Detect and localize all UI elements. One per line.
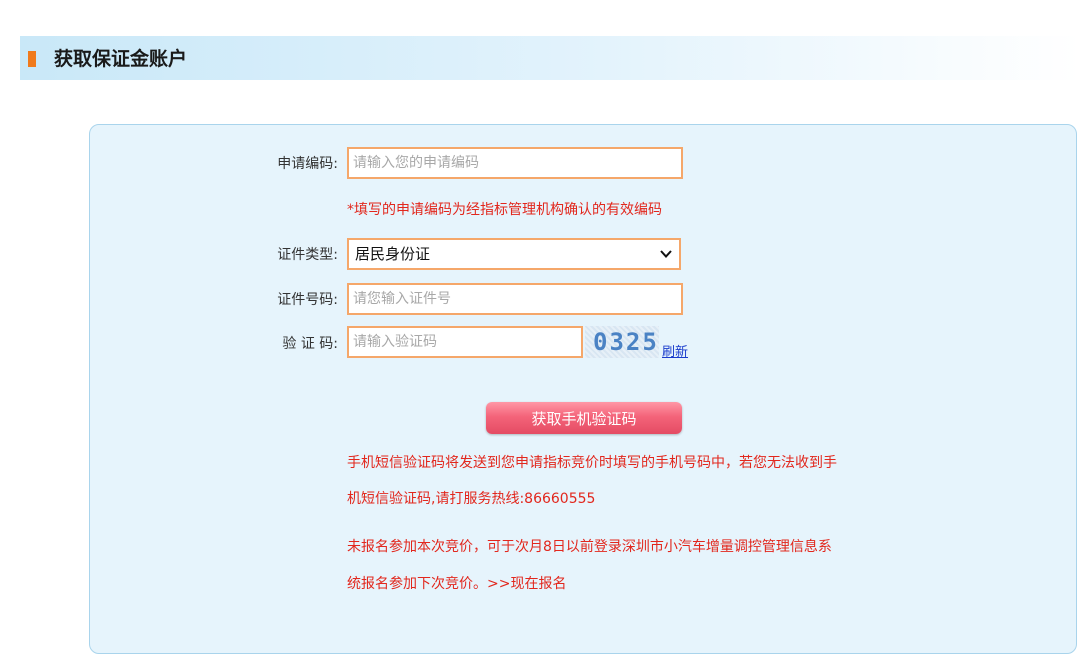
register-notice-line-1: 未报名参加本次竞价，可于次月8日以前登录深圳市小汽车增量调控管理信息系 [347,539,832,555]
sms-notice-line-1: 手机短信验证码将发送到您申请指标竞价时填写的手机号码中，若您无法收到手 [347,455,837,471]
sms-notice-line-2: 机短信验证码,请打服务热线:86660555 [347,491,596,507]
captcha-input[interactable] [347,326,583,358]
application-code-hint: *填写的申请编码为经指标管理机构确认的有效编码 [347,202,662,218]
application-code-input[interactable] [347,147,683,179]
page-title: 获取保证金账户 [54,48,188,70]
id-number-label: 证件号码: [277,292,338,308]
captcha-refresh-link[interactable]: 刷新 [662,341,688,360]
id-type-label: 证件类型: [277,247,338,263]
register-notice-line-2: 统报名参加下次竞价。>>现在报名 [347,576,567,592]
captcha-image: 0325 [585,326,659,358]
id-type-select[interactable]: 居民身份证 [347,238,681,270]
captcha-image-text: 0325 [593,328,659,356]
id-type-selected-value: 居民身份证 [355,245,431,263]
application-code-label: 申请编码: [277,156,338,172]
get-sms-code-button[interactable]: 获取手机验证码 [486,402,682,434]
chevron-down-icon [660,250,672,258]
captcha-label: 验 证 码: [282,336,338,352]
section-marker-icon [28,51,36,67]
id-number-input[interactable] [347,283,683,315]
